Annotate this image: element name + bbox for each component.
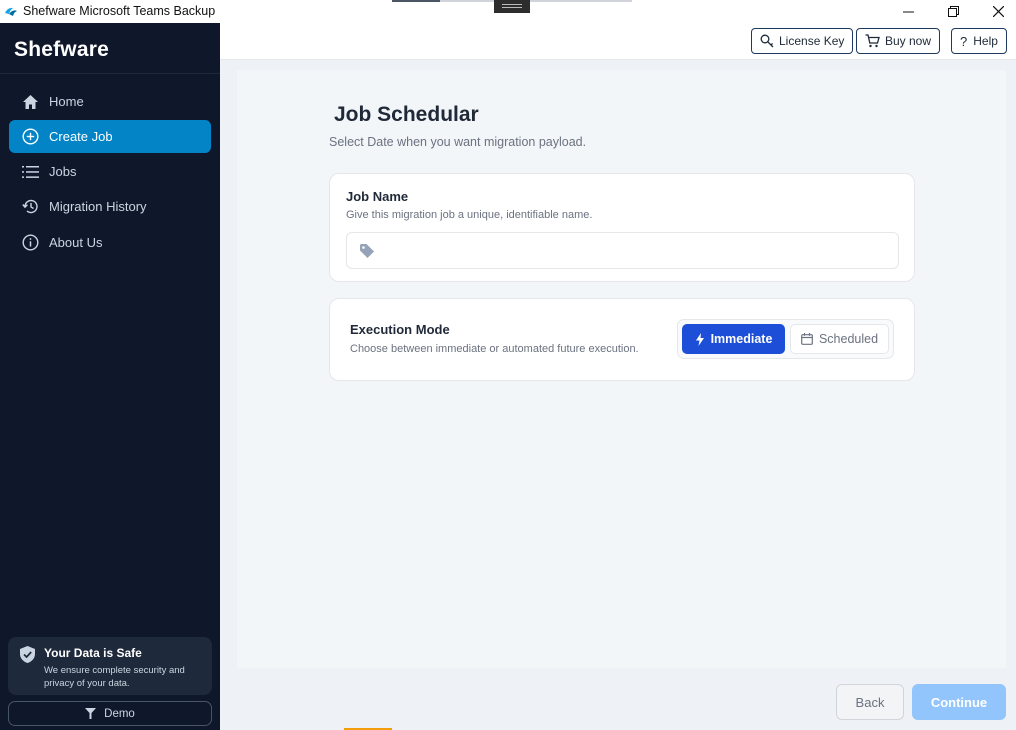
- job-name-title: Job Name: [346, 189, 409, 204]
- demo-button[interactable]: Demo: [8, 701, 212, 726]
- license-key-button[interactable]: License Key: [751, 28, 854, 54]
- help-button[interactable]: ? Help: [951, 28, 1007, 54]
- safe-card-title: Your Data is Safe: [44, 646, 142, 660]
- help-label: Help: [973, 34, 998, 48]
- restore-icon: [947, 6, 959, 17]
- sidebar-item-create-job[interactable]: Create Job: [9, 120, 211, 153]
- list-icon: [21, 163, 39, 181]
- back-button[interactable]: Back: [836, 684, 904, 720]
- sidebar-item-label: About Us: [49, 235, 103, 250]
- sidebar: Shefware Home Create Job Jobs Migration …: [0, 23, 220, 730]
- title-strip: [392, 0, 440, 2]
- job-name-description: Give this migration job a unique, identi…: [346, 209, 593, 221]
- app-logo-icon: [5, 7, 17, 16]
- buy-now-label: Buy now: [885, 34, 932, 48]
- question-icon: ?: [960, 33, 968, 49]
- buy-now-button[interactable]: Buy now: [856, 28, 941, 54]
- key-icon: [760, 34, 774, 48]
- job-name-card: Job Name Give this migration job a uniqu…: [329, 173, 915, 282]
- sidebar-item-about-us[interactable]: About Us: [9, 226, 211, 259]
- plus-circle-icon: [21, 128, 39, 146]
- top-header: License Key Buy now ? Help: [220, 23, 1016, 60]
- home-icon: [21, 93, 39, 111]
- data-safe-card: Your Data is Safe We ensure complete sec…: [8, 637, 212, 695]
- shield-check-icon: [20, 646, 35, 663]
- divider: [0, 73, 220, 74]
- sidebar-item-label: Migration History: [49, 199, 147, 214]
- window-title: Shefware Microsoft Teams Backup: [23, 4, 216, 18]
- cart-icon: [865, 34, 880, 48]
- sidebar-item-jobs[interactable]: Jobs: [9, 155, 211, 188]
- scheduled-option[interactable]: Scheduled: [790, 324, 889, 354]
- sidebar-item-label: Home: [49, 94, 84, 109]
- page-subtitle: Select Date when you want migration payl…: [329, 135, 587, 149]
- title-strip: [530, 0, 632, 2]
- immediate-option[interactable]: Immediate: [682, 324, 785, 354]
- brand-name: Shefware: [14, 38, 109, 61]
- demo-label: Demo: [104, 707, 135, 720]
- license-key-label: License Key: [779, 34, 845, 48]
- tag-icon: [360, 244, 374, 258]
- filter-icon: [85, 708, 97, 719]
- page-title: Job Schedular: [334, 103, 479, 126]
- execution-mode-card: Execution Mode Choose between immediate …: [329, 298, 915, 381]
- sidebar-item-label: Create Job: [49, 129, 113, 144]
- info-icon: [21, 234, 39, 252]
- job-name-field: [346, 232, 899, 269]
- safe-card-text: We ensure complete security and privacy …: [44, 665, 185, 689]
- restore-button[interactable]: [930, 0, 976, 23]
- sidebar-item-label: Jobs: [49, 164, 77, 179]
- execution-mode-toggle: Immediate Scheduled: [677, 319, 894, 359]
- execution-mode-title: Execution Mode: [350, 322, 450, 337]
- lightning-icon: [695, 332, 704, 346]
- scheduled-label: Scheduled: [818, 332, 879, 346]
- close-button[interactable]: [975, 0, 1016, 23]
- drag-handle[interactable]: [494, 0, 530, 13]
- minimize-button[interactable]: [885, 0, 931, 23]
- calendar-icon: [801, 333, 813, 345]
- title-strip: [440, 0, 494, 2]
- minimize-icon: [902, 11, 914, 13]
- history-icon: [21, 198, 39, 216]
- continue-button[interactable]: Continue: [912, 684, 1006, 720]
- execution-mode-description: Choose between immediate or automated fu…: [350, 343, 639, 355]
- close-icon: [992, 6, 1004, 17]
- sidebar-item-home[interactable]: Home: [9, 85, 211, 118]
- sidebar-item-migration-history[interactable]: Migration History: [9, 190, 211, 223]
- immediate-label: Immediate: [710, 332, 773, 346]
- job-name-input[interactable]: [383, 239, 888, 263]
- title-bar: Shefware Microsoft Teams Backup: [0, 0, 1016, 23]
